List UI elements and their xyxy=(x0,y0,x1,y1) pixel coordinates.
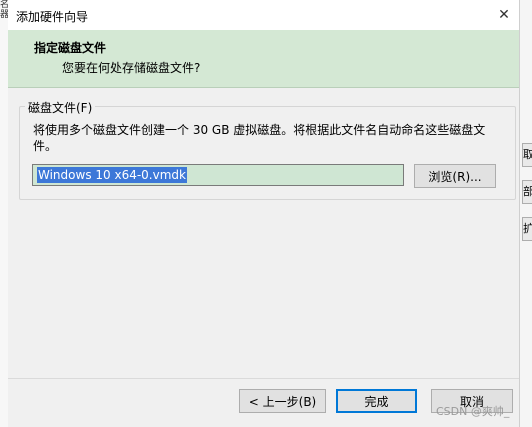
background-button[interactable]: 取 xyxy=(522,143,532,167)
background-button[interactable]: 扩 xyxy=(522,217,532,241)
back-button[interactable]: < 上一步(B) xyxy=(239,389,326,413)
browse-button[interactable]: 浏览(R)... xyxy=(414,164,496,188)
disk-file-description: 将使用多个磁盘文件创建一个 30 GB 虚拟磁盘。将根据此文件名自动命名这些磁盘… xyxy=(33,123,486,153)
background-window-right-edge: 取 部 扩 xyxy=(519,0,532,427)
background-button[interactable]: 部 xyxy=(522,180,532,204)
disk-file-name-input[interactable]: Windows 10 x64-0.vmdk xyxy=(32,164,404,186)
close-button[interactable]: ✕ xyxy=(489,0,519,30)
header-subtitle: 您要在何处存储磁盘文件? xyxy=(62,61,201,75)
finish-button[interactable]: 完成 xyxy=(336,389,417,413)
header-title: 指定磁盘文件 xyxy=(34,41,107,55)
close-icon: ✕ xyxy=(498,7,510,23)
footer-divider xyxy=(8,378,519,379)
background-char: 器 xyxy=(0,10,9,20)
watermark: CSDN @爽帅_ xyxy=(436,405,510,418)
add-hardware-wizard-dialog: 添加硬件向导 ✕ 指定磁盘文件 您要在何处存储磁盘文件? 磁盘文件(F) 将使用… xyxy=(8,0,519,427)
background-char: 名 xyxy=(0,0,9,10)
window-title: 添加硬件向导 xyxy=(16,10,89,24)
wizard-header: 指定磁盘文件 您要在何处存储磁盘文件? xyxy=(8,30,519,88)
title-bar: 添加硬件向导 ✕ xyxy=(8,0,519,30)
disk-file-name-value: Windows 10 x64-0.vmdk xyxy=(37,167,187,183)
disk-file-group-label: 磁盘文件(F) xyxy=(25,99,96,116)
